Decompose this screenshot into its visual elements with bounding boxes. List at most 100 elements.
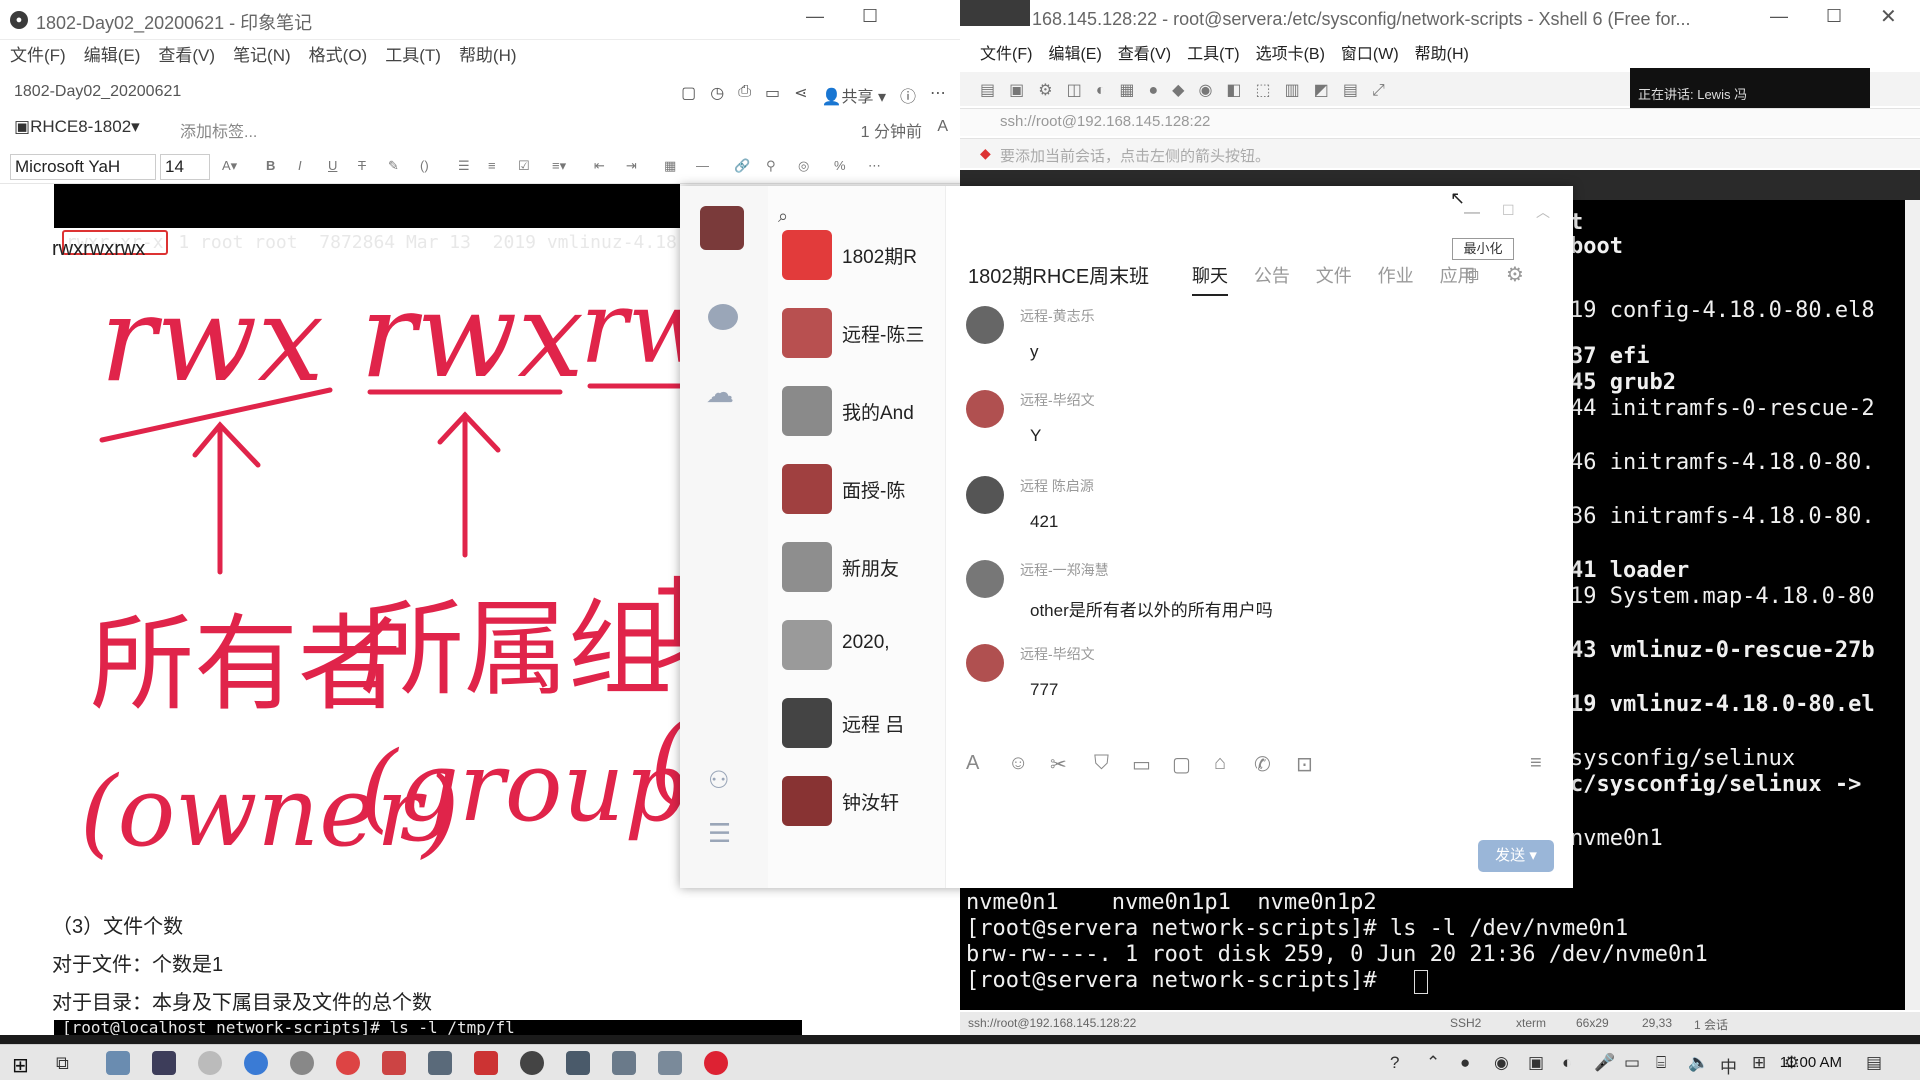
shield-icon[interactable]: ⛉ [1094,752,1109,775]
tab-files[interactable]: 文件 [1316,266,1352,286]
list-item[interactable]: 新朋友 [768,534,946,600]
share-icon[interactable]: ⋖ [794,83,807,107]
xs-menu-window[interactable]: 窗口(W) [1341,40,1399,70]
menu-help[interactable]: 帮助(H) [459,40,517,72]
highlight-icon[interactable]: ✎ [388,158,399,174]
more-icon[interactable]: ⋯ [930,83,946,107]
present-icon[interactable]: ▭ [765,83,780,107]
history-icon[interactable]: ≡ [1530,752,1542,775]
font-icon[interactable]: A [937,118,948,136]
taskbar-app-icon[interactable] [658,1051,682,1075]
notification-icon[interactable]: ▤ [1866,1053,1882,1073]
menu-view[interactable]: 查看(V) [158,40,215,72]
taskbar-app-icon[interactable] [474,1051,498,1075]
folder-icon[interactable]: ▢ [1172,752,1191,777]
list-item[interactable]: 我的And [768,378,946,444]
toolbar-icons[interactable]: ▤▣⚙◫◐▦●◆◉◧⬚▥◩▤⤢ [980,80,1399,100]
taskbar-app-icon[interactable] [612,1051,636,1075]
qq-minimize-icon[interactable]: — [1464,204,1480,222]
tray-app-icon[interactable]: ● [1460,1053,1470,1073]
menu-edit[interactable]: 编辑(E) [84,40,141,72]
taskbar-app-icon[interactable] [336,1051,360,1075]
list-item[interactable]: 钟汝轩 [768,768,946,834]
screen-icon[interactable]: ⊡ [1296,752,1313,777]
message-input[interactable] [966,792,1556,832]
address-bar[interactable]: ssh://root@192.168.145.128:22 [960,108,1920,136]
taskbar-app-icon[interactable] [244,1051,268,1075]
windows-start-icon[interactable]: ⊞ [12,1053,29,1078]
xs-menu-tabs[interactable]: 选项卡(B) [1256,40,1325,70]
red-packet-icon[interactable]: ⌂ [1214,752,1226,775]
xshell-close-icon[interactable]: ✕ [1880,4,1897,29]
xs-menu-view[interactable]: 查看(V) [1118,40,1171,70]
qq-maximize-icon[interactable]: ☐ [1502,202,1515,219]
scissors-icon[interactable]: ✂ [1050,752,1067,777]
bold-icon[interactable]: B [266,158,275,173]
menu-icon[interactable]: ☰ [708,818,731,849]
xs-menu-file[interactable]: 文件(F) [980,40,1032,70]
screen-share-icon[interactable]: ⧉ [1466,264,1479,285]
help-icon[interactable]: ? [1390,1053,1399,1073]
reminder-icon[interactable]: ▢ [681,83,696,107]
tab-homework[interactable]: 作业 [1378,266,1414,286]
print-icon[interactable]: ⎙ [738,83,751,107]
menu-tools[interactable]: 工具(T) [385,40,441,72]
table-icon[interactable]: ▦ [664,158,676,174]
italic-icon[interactable]: I [298,158,302,173]
microphone-icon[interactable]: 🎤 [1594,1053,1615,1073]
settings-icon[interactable]: ⚙ [1506,262,1524,287]
profile-avatar[interactable] [700,206,744,250]
tab-chat[interactable]: 聊天 [1192,266,1228,296]
align-icon[interactable]: ≡▾ [552,158,566,174]
battery-icon[interactable]: ▭ [1624,1053,1640,1073]
network-icon[interactable]: ⌸ [1656,1053,1666,1073]
phone-icon[interactable]: ✆ [1254,752,1271,777]
xs-menu-edit[interactable]: 编辑(E) [1048,40,1101,70]
link-icon[interactable]: 🔗 [734,158,750,174]
list-item[interactable]: 远程 吕 [768,690,946,756]
clock[interactable]: 11:00 AM [1780,1054,1842,1071]
more-format-icon[interactable]: ⋯ [868,158,881,174]
tray-app-icon[interactable]: ◐ [1562,1053,1572,1073]
keyboard-icon[interactable]: ⊞ [1752,1053,1766,1073]
xshell-maximize-icon[interactable]: ☐ [1826,6,1842,27]
task-view-icon[interactable]: ⧉ [56,1053,69,1074]
list-item[interactable]: 1802期R [768,222,946,288]
info-icon[interactable]: ⓘ [900,83,916,107]
taskbar-app-icon[interactable] [704,1051,728,1075]
taskbar-app-icon[interactable] [566,1051,590,1075]
volume-icon[interactable]: 🔈 [1688,1053,1709,1073]
tray-app-icon[interactable]: ▣ [1528,1053,1544,1073]
terminal-scrollbar[interactable] [1905,200,1920,1010]
taskbar-app-icon[interactable] [106,1051,130,1075]
outdent-icon[interactable]: ⇤ [594,158,605,174]
menu-file[interactable]: 文件(F) [10,40,66,72]
menu-note[interactable]: 笔记(N) [233,40,291,72]
minimize-icon[interactable]: — [806,6,824,27]
add-contact-icon[interactable]: ⚇ [708,766,730,795]
indent-icon[interactable]: ⇥ [626,158,637,174]
taskbar-app-icon[interactable] [290,1051,314,1075]
qq-close-icon[interactable]: ︿ [1536,202,1550,222]
send-button[interactable]: 发送 ▾ [1478,840,1554,872]
encrypt-icon[interactable]: % [834,158,846,173]
font-family-select[interactable]: Microsoft YaH [10,154,156,180]
checkbox-icon[interactable]: ☑ [518,158,530,174]
add-tag-field[interactable]: 添加标签... [180,118,257,142]
image-icon[interactable]: ▭ [1132,752,1151,777]
taskbar-app-icon[interactable] [152,1051,176,1075]
font-size-select[interactable]: 14 [160,154,210,180]
strikethrough-icon[interactable]: T [358,158,366,173]
taskbar-app-icon[interactable] [382,1051,406,1075]
numbered-list-icon[interactable]: ≡ [488,158,496,173]
ime-indicator[interactable]: 中 [1720,1053,1737,1078]
xshell-minimize-icon[interactable]: — [1770,6,1788,27]
taskbar-app-icon[interactable] [198,1051,222,1075]
xs-menu-tools[interactable]: 工具(T) [1187,40,1239,70]
menu-format[interactable]: 格式(O) [309,40,368,72]
tab-notice[interactable]: 公告 [1254,266,1290,286]
divider-icon[interactable]: — [696,158,709,173]
emoji-icon[interactable]: ☺ [1008,752,1028,775]
taskbar-app-icon[interactable] [520,1051,544,1075]
cloud-icon[interactable]: ☁ [706,376,734,409]
